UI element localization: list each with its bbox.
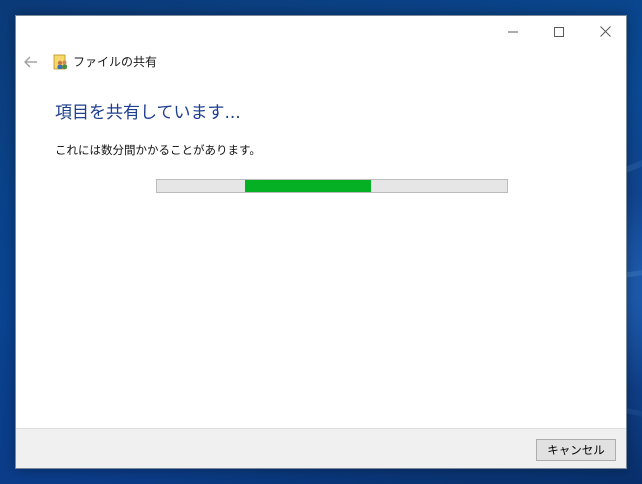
file-sharing-dialog: ファイルの共有 項目を共有しています... これには数分間かかることがあります。… bbox=[15, 15, 627, 469]
file-sharing-icon bbox=[53, 54, 67, 70]
description-text: これには数分間かかることがあります。 bbox=[55, 143, 261, 157]
back-button[interactable] bbox=[19, 50, 43, 74]
minimize-icon bbox=[508, 31, 518, 32]
progress-bar bbox=[156, 179, 508, 193]
page-heading: 項目を共有しています... bbox=[55, 103, 241, 123]
dialog-footer: キャンセル bbox=[16, 428, 626, 468]
window-title: ファイルの共有 bbox=[73, 55, 158, 69]
back-arrow-icon bbox=[24, 56, 37, 68]
minimize-button[interactable] bbox=[490, 16, 536, 47]
maximize-icon bbox=[554, 26, 564, 37]
cancel-button[interactable]: キャンセル bbox=[536, 439, 616, 461]
close-button[interactable] bbox=[582, 16, 628, 47]
title-bar bbox=[16, 16, 626, 48]
maximize-button[interactable] bbox=[536, 16, 582, 47]
progress-bar-fill bbox=[245, 180, 371, 192]
close-icon bbox=[599, 26, 611, 37]
